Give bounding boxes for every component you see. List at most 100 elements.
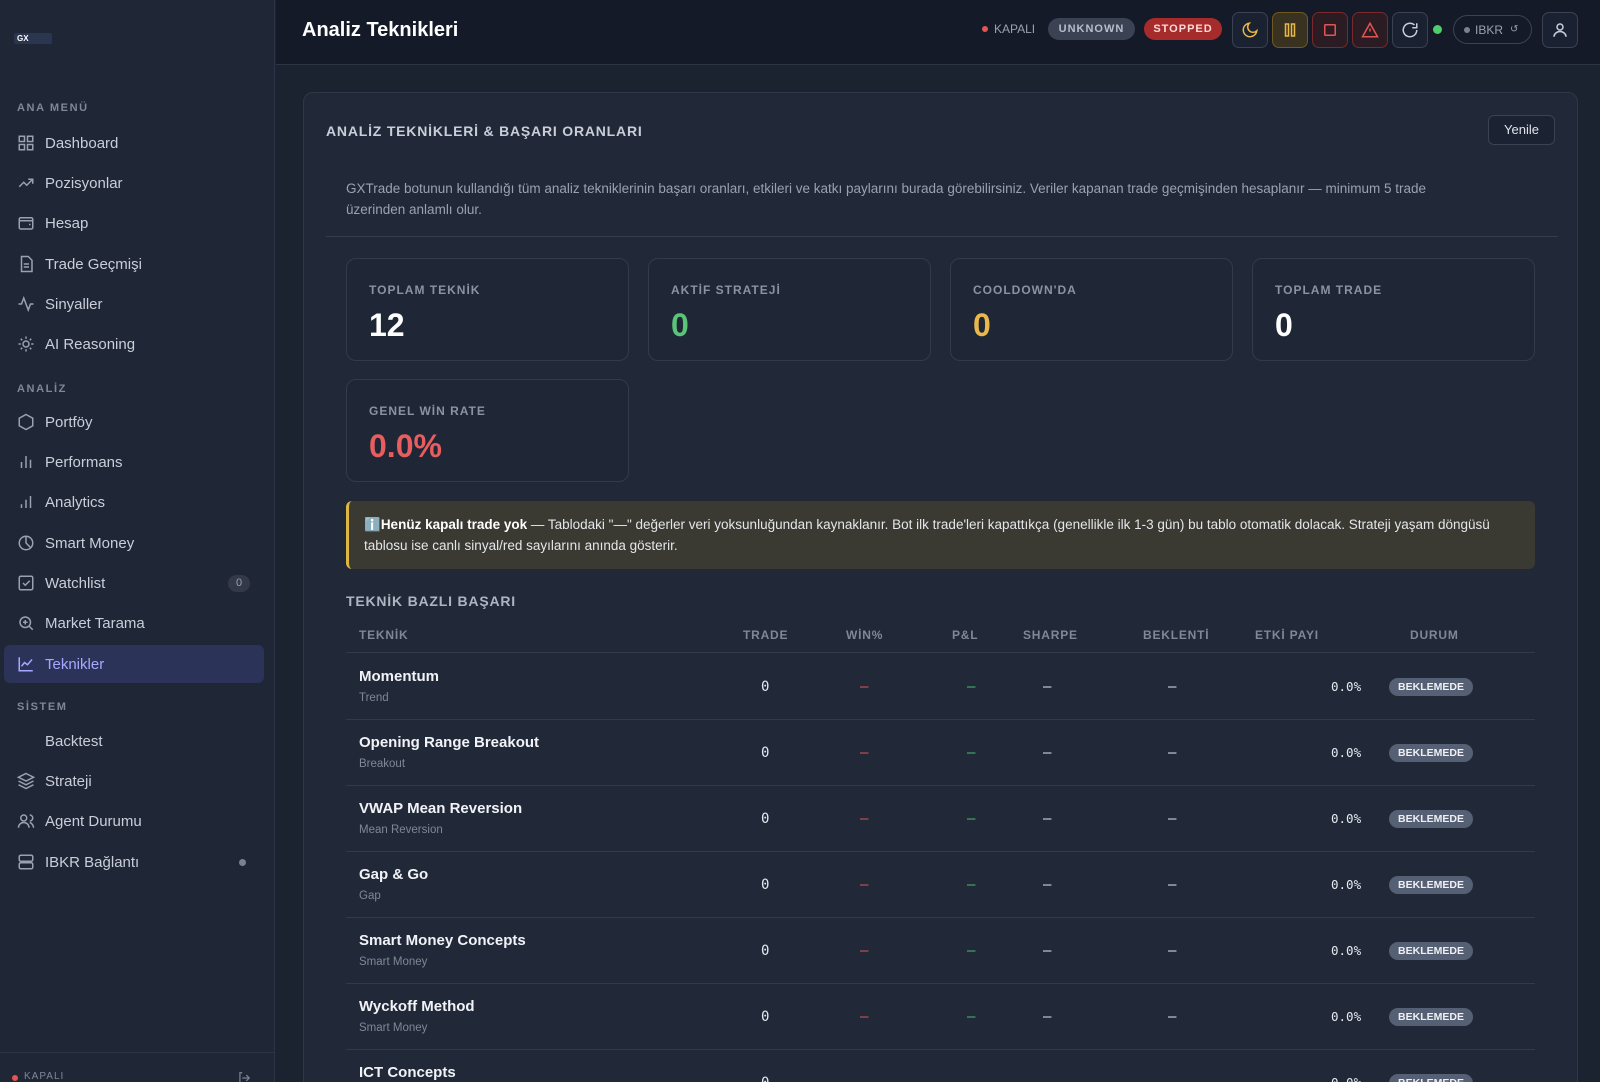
col-etki-payi[interactable]: ETKİ PAYI (1255, 628, 1319, 642)
win-rate: — (860, 1075, 868, 1082)
sidebar-item-portfoy[interactable]: Portföy (4, 403, 264, 441)
user-menu-button[interactable] (1542, 12, 1578, 48)
sidebar-item-market-tarama[interactable]: Market Tarama (4, 604, 264, 642)
emergency-button[interactable] (1352, 12, 1388, 48)
info-icon: ℹ️ (364, 517, 381, 532)
table-title: TEKNİK BAZLI BAŞARI (346, 593, 516, 609)
technique-name: Smart Money Concepts (359, 932, 526, 949)
col-pnl[interactable]: P&L (952, 628, 978, 642)
impact-share: 0.0% (1331, 1009, 1362, 1024)
nav-section-analysis: ANALİZ (17, 383, 67, 395)
win-rate: — (860, 679, 869, 695)
notice-bold: Henüz kapalı trade yok (380, 517, 528, 532)
col-beklenti[interactable]: BEKLENTİ (1143, 628, 1209, 642)
divider (326, 236, 1558, 237)
pnl: — (967, 943, 976, 959)
expectancy: — (1168, 1075, 1176, 1082)
sharpe: — (1043, 943, 1052, 959)
sidebar-item-analytics[interactable]: Analytics (4, 483, 264, 521)
pnl: — (967, 1009, 976, 1025)
stop-button[interactable] (1312, 12, 1348, 48)
sharpe: — (1043, 877, 1052, 893)
sidebar-item-agent-durumu[interactable]: Agent Durumu (4, 802, 264, 840)
card-title: ANALİZ TEKNİKLERİ & BAŞARI ORANLARI (326, 123, 643, 139)
footer-status: KAPALI (24, 1071, 65, 1082)
sidebar-item-sinyaller[interactable]: Sinyaller (4, 285, 264, 323)
refresh-icon (1402, 22, 1418, 38)
sidebar-item-backtest[interactable]: Backtest (4, 722, 264, 760)
theme-toggle-button[interactable] (1232, 12, 1268, 48)
table-row[interactable]: ICT Concepts 0 — — — — 0.0% BEKLEMEDE (346, 1050, 1535, 1082)
trade-count: 0 (761, 679, 770, 695)
technique-category: Trend (359, 692, 389, 704)
technique-name: Opening Range Breakout (359, 734, 540, 751)
reconnect-icon[interactable]: ↺ (1510, 24, 1518, 35)
sidebar-item-label: Sinyaller (45, 295, 103, 313)
pause-button[interactable] (1272, 12, 1308, 48)
sidebar-item-label: Analytics (45, 493, 106, 511)
sidebar-item-label: Portföy (45, 413, 93, 431)
sidebar-item-performans[interactable]: Performans (4, 443, 264, 481)
table-row[interactable]: VWAP Mean Reversion Mean Reversion 0 — — — — 0.… (346, 786, 1535, 852)
trade-count: 0 (761, 1009, 770, 1025)
info-notice: ℹ️Henüz kapalı trade yok — Tablodaki "—"… (346, 501, 1535, 569)
stat-cooldown: COOLDOWN'DA 0 (950, 258, 1233, 361)
notice-text: — Tablodaki "—" değerler veri yoksunluğu… (364, 517, 1490, 553)
table-row[interactable]: Opening Range Breakout Breakout 0 — — — — 0.0% B… (346, 720, 1535, 786)
sidebar-item-hesap[interactable]: Hesap (4, 204, 264, 242)
status-badge: BEKLEMEDE (1389, 678, 1473, 696)
technique-category: Gap (359, 890, 381, 902)
sidebar-item-label: Teknikler (45, 655, 105, 673)
impact-share: 0.0% (1331, 943, 1362, 958)
sidebar-item-label: Performans (45, 453, 123, 471)
technique-category: Breakout (359, 758, 406, 770)
table-row[interactable]: Wyckoff Method Smart Money 0 — — — — 0.0% BEKLEM… (346, 984, 1535, 1050)
app-logo[interactable]: GX (14, 33, 52, 44)
broker-connection-pill[interactable]: IBKR ↺ (1453, 15, 1532, 44)
sidebar-item-smart-money[interactable]: Smart Money (4, 524, 264, 562)
users-icon (17, 812, 35, 830)
sidebar-item-trade-gecmisi[interactable]: Trade Geçmişi (4, 245, 264, 283)
win-rate: — (860, 877, 869, 893)
col-teknik[interactable]: TEKNİK (359, 628, 408, 642)
connection-label: KAPALI (994, 22, 1036, 36)
table-row[interactable]: Gap & Go Gap 0 — — — — 0.0% BEKLEMEDE (346, 852, 1535, 918)
sidebar-item-teknikler[interactable]: Teknikler (4, 645, 264, 683)
sidebar-item-strateji[interactable]: Strateji (4, 762, 264, 800)
win-rate: — (860, 811, 869, 827)
sidebar-item-ibkr-baglanti[interactable]: IBKR Bağlantı (4, 843, 264, 881)
connection-dot (982, 26, 988, 32)
sidebar-item-watchlist[interactable]: Watchlist 0 (4, 564, 264, 602)
layers-icon (17, 772, 35, 790)
sidebar-item-ai-reasoning[interactable]: AI Reasoning (4, 325, 264, 363)
expectancy: — (1168, 679, 1177, 695)
connection-status: KAPALI (982, 22, 1035, 36)
sidebar: GX ANA MENÜ Dashboard Pozisyonlar Hesap … (0, 0, 275, 1082)
stat-value: 12 (369, 307, 405, 343)
col-durum[interactable]: DURUM (1410, 628, 1459, 642)
col-sharpe[interactable]: SHARPE (1023, 628, 1078, 642)
stat-label: TOPLAM TEKNİK (369, 283, 481, 297)
bar-chart-icon (17, 453, 35, 471)
table-row[interactable]: Smart Money Concepts Smart Money 0 — — — — 0.0%… (346, 918, 1535, 984)
trade-count: 0 (761, 745, 770, 761)
pause-icon (1284, 23, 1296, 37)
col-trade[interactable]: TRADE (743, 628, 788, 642)
sidebar-item-pozisyonlar[interactable]: Pozisyonlar (4, 164, 264, 202)
trade-count: 0 (761, 811, 770, 827)
status-dot (12, 1075, 18, 1081)
refresh-button[interactable] (1392, 12, 1428, 48)
nav-section-main: ANA MENÜ (17, 102, 89, 114)
sidebar-item-label: Pozisyonlar (45, 174, 123, 192)
col-win[interactable]: WİN% (846, 628, 883, 642)
refresh-data-button[interactable]: Yenile (1488, 115, 1555, 145)
expectancy: — (1168, 943, 1177, 959)
sharpe: — (1043, 679, 1052, 695)
broker-label: IBKR (1475, 22, 1504, 37)
sidebar-item-dashboard[interactable]: Dashboard (4, 124, 264, 162)
logout-icon[interactable] (237, 1071, 251, 1082)
status-badge-unknown: UNKNOWN (1048, 18, 1135, 40)
table-row[interactable]: Momentum Trend 0 — — — — 0.0% BEKLEMEDE (346, 654, 1535, 720)
live-status-dot (1433, 25, 1442, 34)
sidebar-item-label: Market Tarama (45, 614, 145, 632)
